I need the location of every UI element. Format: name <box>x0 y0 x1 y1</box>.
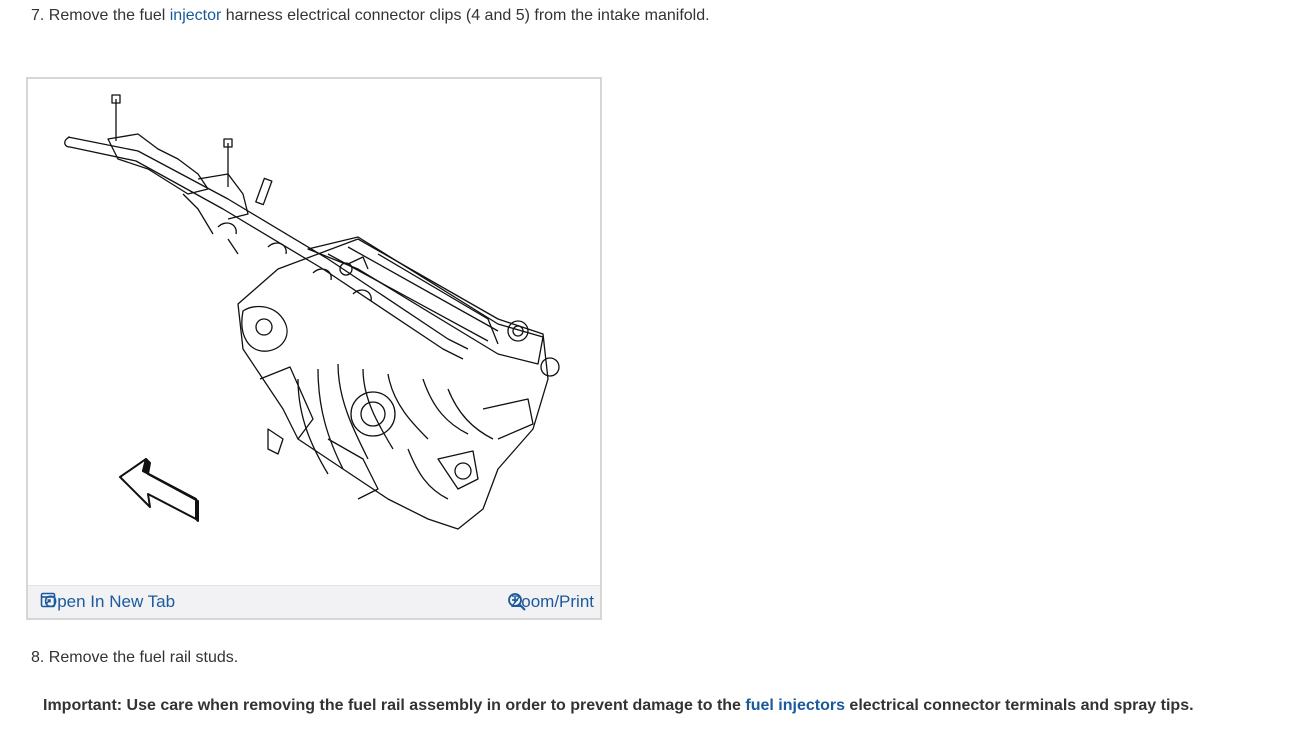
engine-figure: Open In New Tab Zoom/Print <box>26 77 602 620</box>
fuel-rail-engine-illustration <box>64 94 560 530</box>
zoom-print-button[interactable]: Zoom/Print <box>507 592 594 612</box>
fuel-injectors-link[interactable]: fuel injectors <box>745 697 845 714</box>
step-7-text: 7. Remove the fuel injector harness elec… <box>31 7 710 24</box>
important-note: Important: Use care when removing the fu… <box>43 697 1194 714</box>
step-8-text: 8. Remove the fuel rail studs. <box>31 649 239 666</box>
figure-toolbar: Open In New Tab Zoom/Print <box>28 585 600 618</box>
open-in-new-tab-button[interactable]: Open In New Tab <box>40 592 175 612</box>
injector-link[interactable]: injector <box>170 7 222 24</box>
